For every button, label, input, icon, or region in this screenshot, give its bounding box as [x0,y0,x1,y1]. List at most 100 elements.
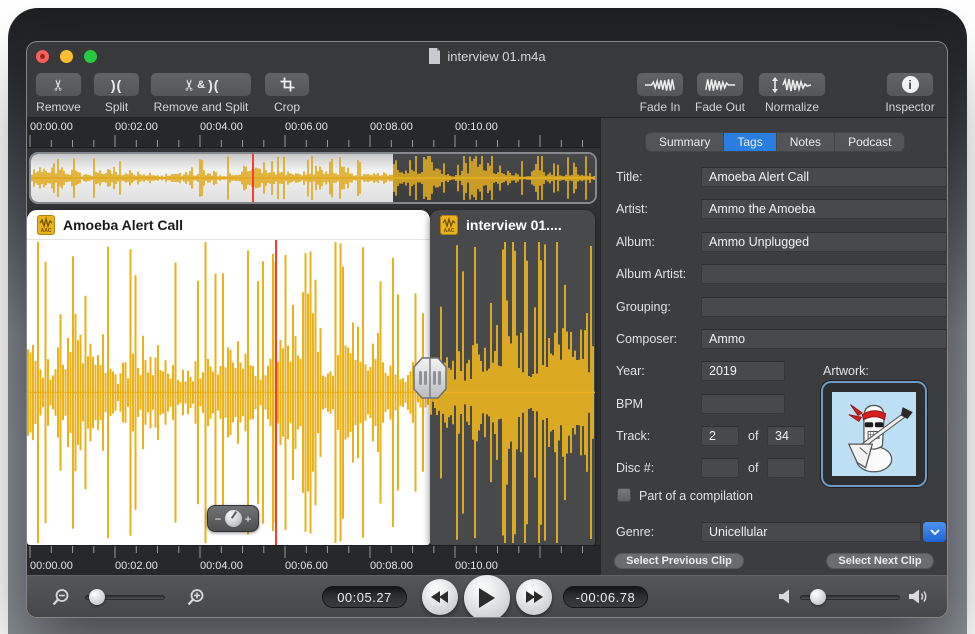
fade-in-label: Fade In [640,100,681,114]
remove-tool[interactable]: ✂ Remove [35,72,82,114]
zoom-out-icon[interactable] [51,588,70,607]
disc-total-field[interactable] [767,458,805,478]
select-previous-clip-button[interactable]: Select Previous Clip [614,553,744,569]
timeline-ruler-bottom[interactable]: 00:00.00 00:02.00 00:04.00 00:06.00 00:0… [27,545,600,575]
desktop-backdrop: interview 01.m4a ✂ Remove )( Split ✂ & )… [8,8,967,634]
elapsed-time-display: 00:05.27 [322,586,407,608]
split-label: Split [105,100,128,114]
clip-gain-control[interactable]: − + [207,505,259,532]
tab-summary[interactable]: Summary [646,133,723,151]
volume-low-icon[interactable] [779,589,792,604]
info-icon: i [902,76,919,93]
timeline-ruler-top[interactable]: 00:00.00 00:02.00 00:04.00 00:06.00 00:0… [27,118,600,148]
album-artist-field[interactable] [701,264,947,284]
document-icon [428,48,441,64]
grouping-field[interactable] [701,297,947,317]
ruler-label: 00:02.00 [115,121,158,133]
grouping-field-label: Grouping: [616,300,671,314]
gain-minus-label[interactable]: − [214,512,221,526]
ruler-label: 00:04.00 [200,121,243,133]
app-window: interview 01.m4a ✂ Remove )( Split ✂ & )… [27,42,947,617]
remove-label: Remove [36,100,81,114]
waveform-editor: 00:00.00 00:02.00 00:04.00 00:06.00 00:0… [27,118,600,575]
clip-interview-01[interactable]: AAC interview 01.... [430,210,595,545]
compilation-label: Part of a compilation [639,489,753,503]
gain-knob[interactable] [225,510,242,527]
overview-waveform-right [393,154,597,204]
fade-in-icon [643,77,677,93]
remove-and-split-tool[interactable]: ✂ & )( Remove and Split [150,72,252,114]
ruler-label: 00:10.00 [455,560,498,572]
transport-bar: 00:05.27 -00:06.78 [27,575,947,617]
ruler-ticks [27,546,600,559]
fade-out-tool[interactable]: Fade Out [696,72,744,114]
clip-amoeba-alert-call[interactable]: AAC Amoeba Alert Call − + [27,210,430,545]
play-button[interactable] [464,575,510,617]
album-field-label: Album: [616,235,655,249]
zoom-slider-knob[interactable] [89,589,105,605]
fade-in-tool[interactable]: Fade In [636,72,684,114]
overview-strip[interactable] [29,152,597,204]
album-artist-field-label: Album Artist: [616,267,686,281]
zoom-in-icon[interactable] [186,588,205,607]
overview-playhead[interactable] [252,154,254,202]
svg-text:AAC: AAC [444,228,455,234]
normalize-tool[interactable]: Normalize [758,72,826,114]
chevron-down-icon [930,529,940,535]
clip-title: interview 01.... [466,217,562,233]
artist-field-label: Artist: [616,202,648,216]
inspector-tool[interactable]: i Inspector [886,72,934,114]
overview-clip-left[interactable] [31,154,393,202]
scissors-icon: ✂ [49,78,67,91]
genre-field[interactable] [701,522,921,542]
disc-of-label: of [748,461,758,475]
split-tool[interactable]: )( Split [93,72,140,114]
tab-bar: Summary Tags Notes Podcast [645,132,905,152]
track-total-field[interactable] [767,426,805,446]
ruler-label: 00:06.00 [285,560,328,572]
tab-notes[interactable]: Notes [776,133,834,151]
tab-tags[interactable]: Tags [723,133,775,151]
waveform [27,240,430,545]
genre-dropdown-button[interactable] [923,522,946,542]
artwork-well[interactable] [821,381,927,487]
fast-forward-button[interactable] [516,579,552,615]
normalize-label: Normalize [765,100,819,114]
clip-header[interactable]: AAC interview 01.... [430,210,595,240]
bpm-field[interactable] [701,394,785,414]
album-field[interactable] [701,232,947,252]
clip-split-handle[interactable] [412,356,448,400]
select-next-clip-button[interactable]: Select Next Clip [826,553,934,569]
disc-number-field[interactable] [701,458,739,478]
crop-icon [280,77,295,92]
overview-clip-right[interactable] [393,154,597,202]
ruler-label: 00:06.00 [285,121,328,133]
compilation-checkbox[interactable] [617,488,631,502]
track-of-label: of [748,429,758,443]
year-field[interactable] [701,361,785,381]
title-field-label: Title: [616,170,643,184]
title-field[interactable] [701,167,947,187]
volume-high-icon[interactable] [909,588,929,605]
inspector-panel: Summary Tags Notes Podcast Title: Artist… [600,118,947,575]
track-number-field[interactable] [701,426,739,446]
artwork-label: Artwork: [823,364,869,378]
rewind-icon [431,590,449,604]
clip-waveform-area[interactable] [430,240,595,545]
ruler-label: 00:04.00 [200,560,243,572]
rewind-button[interactable] [422,579,458,615]
disc-field-label: Disc #: [616,461,654,475]
tab-podcast[interactable]: Podcast [834,133,904,151]
volume-slider-knob[interactable] [810,589,826,605]
clip-header[interactable]: AAC Amoeba Alert Call [27,210,430,240]
crop-tool[interactable]: Crop [264,72,310,114]
composer-field[interactable] [701,329,947,349]
remaining-time-display: -00:06.78 [563,586,648,608]
scissors-icon: ✂ [180,78,198,91]
play-icon [478,587,496,609]
artist-field[interactable] [701,199,947,219]
gain-plus-label[interactable]: + [245,512,252,526]
clip-waveform-area[interactable] [27,240,430,545]
playhead[interactable] [275,240,277,545]
year-field-label: Year: [616,364,645,378]
